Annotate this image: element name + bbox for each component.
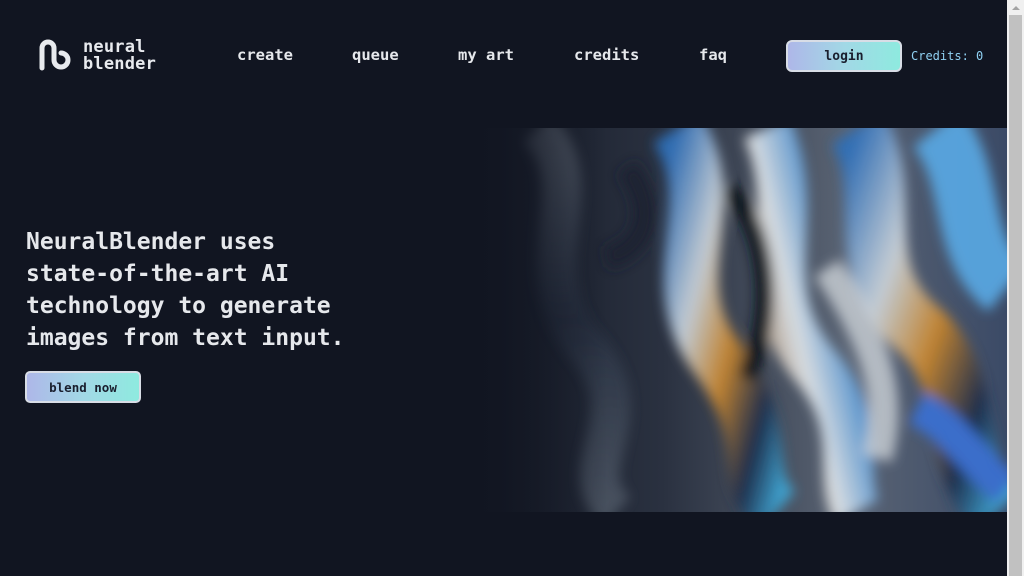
page: neural blender create queue my art credi… [0, 0, 1007, 576]
hero-line-2: state-of-the-art AI [26, 261, 290, 287]
credits-balance: Credits: 0 [911, 49, 984, 63]
nav-faq[interactable]: faq [699, 46, 727, 64]
hero-line-3: technology to generate [26, 293, 331, 319]
nav-my-art[interactable]: my art [458, 46, 514, 64]
scroll-up-arrow-icon[interactable] [1007, 0, 1024, 15]
blend-now-button[interactable]: blend now [25, 371, 141, 403]
nav-credits[interactable]: credits [574, 46, 639, 64]
logo[interactable]: neural blender [37, 38, 156, 74]
logo-line-2: blender [83, 54, 157, 74]
login-button[interactable]: login [786, 40, 902, 72]
hero-line-4: images from text input. [26, 325, 345, 351]
logo-text: neural blender [83, 39, 156, 73]
hero-image [477, 128, 1007, 512]
image-fade-overlay [477, 128, 607, 512]
swirl-n-logo-icon [39, 39, 71, 71]
nav-queue[interactable]: queue [352, 46, 399, 64]
hero-line-1: NeuralBlender uses [26, 229, 276, 255]
nav-create[interactable]: create [237, 46, 293, 64]
vertical-scrollbar[interactable] [1007, 0, 1024, 576]
hero-headline: NeuralBlender uses state-of-the-art AI t… [26, 226, 426, 354]
scroll-thumb[interactable] [1009, 15, 1022, 576]
